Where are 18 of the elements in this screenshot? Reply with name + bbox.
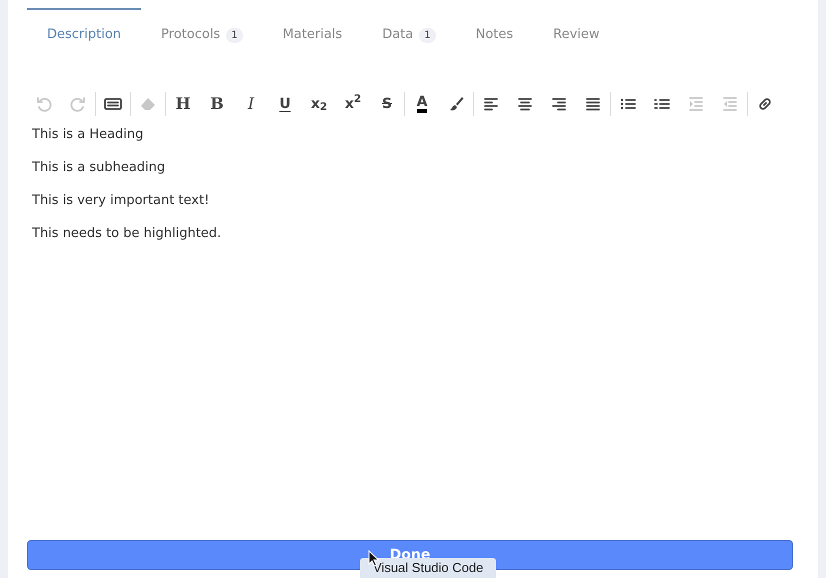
- heading-button[interactable]: H: [166, 89, 200, 119]
- strike-button[interactable]: S: [370, 89, 404, 119]
- editor-line: This is a Heading: [32, 126, 144, 144]
- count-badge: 1: [419, 28, 436, 42]
- editor-line: This is a subheading: [32, 159, 166, 177]
- superscript-button[interactable]: x$^{2}$: [336, 89, 370, 119]
- editor-line: This needs to be highlighted.: [32, 225, 222, 243]
- tab[interactable]: Description: [27, 8, 142, 48]
- italic-button[interactable]: I: [234, 89, 268, 119]
- underline-button[interactable]: U: [268, 89, 302, 119]
- text-color-button[interactable]: A: [405, 89, 439, 119]
- count-badge: 1: [226, 28, 243, 42]
- tab[interactable]: Data 1: [362, 8, 456, 48]
- editor-line: This is very important text!: [32, 192, 210, 210]
- bold-button[interactable]: B: [200, 89, 234, 119]
- tab[interactable]: Protocols 1: [141, 8, 263, 48]
- tooltip: Visual Studio Code: [360, 558, 496, 578]
- subscript-button[interactable]: x$_{2}$: [302, 89, 336, 119]
